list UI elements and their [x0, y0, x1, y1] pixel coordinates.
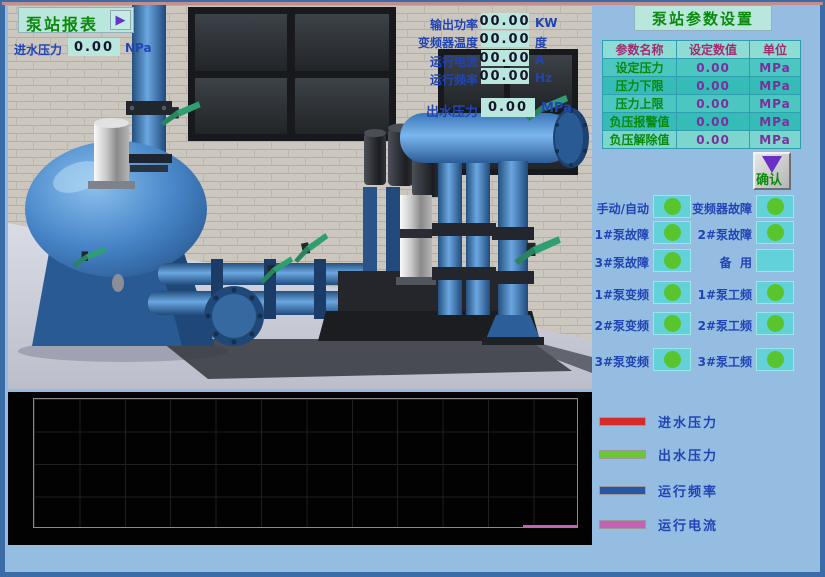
confirm-button[interactable]: 确认: [753, 152, 791, 190]
param-row: 负压解除值 0.00 MPa: [603, 131, 801, 149]
outlet-pressure-value: 0.00: [481, 98, 535, 117]
param-value-field[interactable]: 0.00: [677, 131, 750, 148]
param-row: 压力下限 0.00 MPa: [603, 77, 801, 95]
param-name: 设定压力: [603, 59, 677, 76]
param-unit: MPa: [750, 59, 801, 76]
status-label: 1#泵工频: [678, 286, 752, 303]
status-label: 备 用: [678, 254, 752, 271]
status-label: 1#泵故障: [575, 226, 649, 243]
legend-swatch-outlet-pressure: [599, 450, 646, 459]
status-lamp-pump3-mains: [756, 348, 794, 371]
header-param-name: 参数名称: [603, 41, 677, 58]
param-unit: MPa: [750, 77, 801, 94]
lamp-dot: [767, 351, 784, 368]
status-lamp-pump2-mains: [756, 312, 794, 335]
current-zero-trace: [523, 525, 577, 527]
legend-swatch-run-frequency: [599, 486, 646, 495]
metric-unit: Hz: [535, 71, 552, 85]
status-label: 2#泵工频: [678, 317, 752, 334]
status-label: 1#泵变频: [575, 286, 649, 303]
param-unit: MPa: [750, 131, 801, 148]
status-label: 手动/自动: [575, 200, 649, 217]
param-name: 压力下限: [603, 77, 677, 94]
trend-chart-plot-area: [33, 398, 578, 528]
param-name: 负压解除值: [603, 131, 677, 148]
param-value-field[interactable]: 0.00: [677, 95, 750, 112]
param-name: 压力上限: [603, 95, 677, 112]
legend-swatch-run-current: [599, 520, 646, 529]
window-left: [188, 7, 396, 141]
status-lamp-pump1-mains: [756, 281, 794, 304]
metric-unit: A: [535, 53, 544, 67]
status-label: 3#泵故障: [575, 254, 649, 271]
confirm-button-label: 确认: [756, 169, 782, 188]
lamp-dot: [767, 284, 784, 301]
param-value-field[interactable]: 0.00: [677, 59, 750, 76]
header-set-value: 设定数值: [677, 41, 750, 58]
status-lamp-spare: [756, 249, 794, 272]
inlet-pressure-value: 0.00: [68, 38, 120, 56]
report-button-label: 泵站报表: [26, 11, 98, 35]
param-name: 负压报警值: [603, 113, 677, 130]
metric-unit: 度: [535, 34, 547, 51]
status-label: 2#泵故障: [678, 226, 752, 243]
params-panel-title: 泵站参数设置: [634, 5, 772, 31]
status-lamp-vfd-fault: [756, 195, 794, 218]
metric-value: 00.00: [481, 31, 529, 47]
legend-swatch-inlet-pressure: [599, 417, 646, 426]
metric-label: 运行电流: [390, 53, 478, 70]
param-row: 压力上限 0.00 MPa: [603, 95, 801, 113]
legend-label: 运行频率: [658, 481, 718, 500]
param-value-field[interactable]: 0.00: [677, 113, 750, 130]
param-value-field[interactable]: 0.00: [677, 77, 750, 94]
inlet-pressure-label: 进水压力: [14, 41, 62, 58]
legend-label: 出水压力: [658, 445, 718, 464]
metric-value: 00.00: [481, 68, 529, 84]
param-row: 设定压力 0.00 MPa: [603, 59, 801, 77]
outlet-pressure-label: 出水压力: [390, 101, 478, 120]
play-icon: ▶: [116, 14, 126, 27]
metric-label: 运行频率: [390, 71, 478, 88]
status-label: 变频器故障: [678, 200, 752, 217]
params-table: 参数名称 设定数值 单位 设定压力 0.00 MPa 压力下限 0.00 MPa…: [602, 40, 801, 149]
metric-label: 输出功率: [390, 16, 478, 33]
param-row: 负压报警值 0.00 MPa: [603, 113, 801, 131]
header-unit: 单位: [750, 41, 801, 58]
metric-unit: KW: [535, 16, 558, 30]
status-label: 3#泵工频: [678, 353, 752, 370]
trend-chart: [8, 392, 592, 545]
lamp-dot: [767, 315, 784, 332]
param-unit: MPa: [750, 113, 801, 130]
param-unit: MPa: [750, 95, 801, 112]
outlet-pressure-unit: MPa: [541, 101, 572, 116]
status-lamp-pump2-fault: [756, 221, 794, 244]
lamp-dot: [767, 198, 784, 215]
lamp-dot: [767, 224, 784, 241]
play-icon-box[interactable]: ▶: [110, 10, 131, 30]
status-label: 2#泵变频: [575, 317, 649, 334]
status-label: 3#泵变频: [575, 353, 649, 370]
report-button[interactable]: 泵站报表 ▶: [18, 7, 134, 33]
legend-label: 运行电流: [658, 515, 718, 534]
metric-value: 00.00: [481, 50, 529, 66]
inlet-pressure-unit: NPa: [125, 41, 152, 55]
metric-value: 00.00: [481, 13, 529, 29]
hmi-pump-station-screen: 泵站报表 ▶ 进水压力 0.00 NPa 输出功率 00.00 KW 变频器温度…: [0, 0, 825, 577]
params-header-row: 参数名称 设定数值 单位: [603, 41, 801, 59]
legend-label: 进水压力: [658, 412, 718, 431]
metric-label: 变频器温度: [390, 34, 478, 51]
